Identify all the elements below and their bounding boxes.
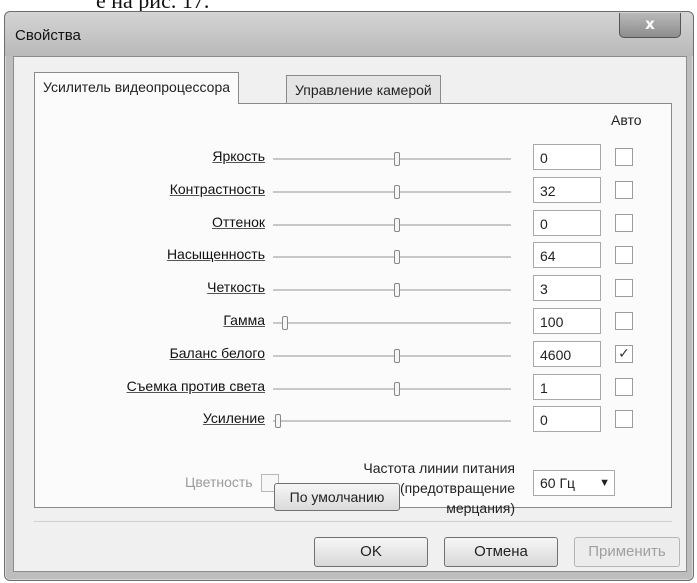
checkmark-icon: ✓ xyxy=(618,345,630,362)
property-value-field[interactable]: 1 xyxy=(533,373,601,400)
property-value-field[interactable]: 0 xyxy=(533,209,601,236)
slider-track xyxy=(273,223,511,226)
property-row: Насыщенность 64 xyxy=(35,242,671,270)
property-value-field[interactable]: 4600 xyxy=(533,340,601,367)
property-slider[interactable] xyxy=(273,283,511,298)
property-label: Насыщенность xyxy=(166,246,265,263)
slider-thumb[interactable] xyxy=(393,348,400,363)
slider-track xyxy=(273,158,511,160)
close-button[interactable]: x xyxy=(619,13,681,38)
default-button[interactable]: По умолчанию xyxy=(274,483,400,511)
auto-checkbox[interactable] xyxy=(615,148,633,166)
slider-thumb[interactable] xyxy=(393,283,400,298)
slider-track xyxy=(273,289,511,292)
slider-thumb[interactable] xyxy=(393,381,400,396)
property-label: Усиление xyxy=(202,410,265,427)
ok-button[interactable]: OK xyxy=(314,537,428,567)
auto-checkbox[interactable]: ✓ xyxy=(615,344,633,363)
slider-track xyxy=(273,420,511,423)
property-row: Съемка против света 1 xyxy=(35,373,671,402)
property-label: Съемка против света xyxy=(126,377,265,394)
slider-thumb[interactable] xyxy=(393,217,400,232)
auto-checkbox[interactable] xyxy=(615,410,633,429)
property-label: Баланс белого xyxy=(169,344,265,361)
slider-track xyxy=(273,354,511,357)
property-row: Контрастность 32 xyxy=(35,176,671,205)
property-value-field[interactable]: 64 xyxy=(533,242,601,269)
property-label: Яркость xyxy=(212,148,265,164)
tab-panel: Авто Яркость 0 Контрастность 32 Оттенок 0 Насы… xyxy=(34,103,672,516)
property-label: Гамма xyxy=(223,312,265,328)
auto-checkbox[interactable] xyxy=(615,180,633,199)
property-value-field[interactable]: 100 xyxy=(533,308,601,334)
tab-label: Усилитель видеопроцессора xyxy=(43,79,231,95)
properties-dialog: Свойства x Усилитель видеопроцессора Упр… xyxy=(4,11,694,581)
power-line-frequency-select[interactable]: 60 Гц ▼ xyxy=(533,470,615,496)
tab-video-proc-amp[interactable]: Усилитель видеопроцессора xyxy=(34,72,240,104)
slider-track xyxy=(273,387,511,390)
power-line-frequency-value: 60 Гц xyxy=(540,475,576,491)
dialog-client-area: Усилитель видеопроцессора Управление кам… xyxy=(13,56,687,572)
property-value-field[interactable]: 3 xyxy=(533,275,601,302)
property-row: Оттенок 0 xyxy=(35,209,671,238)
slider-thumb[interactable] xyxy=(393,250,400,265)
property-label: Контрастность xyxy=(169,180,265,197)
auto-checkbox[interactable] xyxy=(615,213,633,232)
property-row: Четкость 3 xyxy=(35,275,671,303)
chevron-down-icon: ▼ xyxy=(599,477,610,489)
close-icon: x xyxy=(645,15,655,33)
slider-thumb[interactable] xyxy=(393,152,400,166)
property-slider[interactable] xyxy=(273,250,511,265)
property-value-field[interactable]: 0 xyxy=(533,406,601,433)
apply-button[interactable]: Применить xyxy=(574,537,680,567)
slider-track xyxy=(273,322,511,324)
property-label: Четкость xyxy=(207,279,265,296)
property-row: Яркость 0 xyxy=(35,144,671,172)
slider-thumb[interactable] xyxy=(393,184,400,199)
chroma-label: Цветность xyxy=(185,474,253,490)
property-row: Баланс белого 4600 ✓ xyxy=(35,340,671,369)
title-bar[interactable]: Свойства x xyxy=(5,12,693,56)
tab-camera-control[interactable]: Управление камерой xyxy=(286,75,441,103)
property-slider[interactable] xyxy=(273,414,511,429)
power-line-label-line1: Частота линии питания xyxy=(363,460,515,476)
auto-checkbox[interactable] xyxy=(615,246,633,265)
property-slider[interactable] xyxy=(273,381,511,396)
property-label: Оттенок xyxy=(212,213,265,230)
property-row: Усиление 0 xyxy=(35,406,671,434)
property-slider[interactable] xyxy=(273,152,511,166)
cancel-button[interactable]: Отмена xyxy=(444,537,558,567)
auto-checkbox[interactable] xyxy=(615,312,633,330)
property-slider[interactable] xyxy=(273,348,511,363)
property-slider[interactable] xyxy=(273,217,511,232)
slider-track xyxy=(273,256,511,259)
property-slider[interactable] xyxy=(273,184,511,199)
property-row: Гамма 100 xyxy=(35,308,671,336)
slider-thumb[interactable] xyxy=(274,414,281,429)
slider-thumb[interactable] xyxy=(281,316,288,330)
separator xyxy=(34,521,672,522)
window-title: Свойства xyxy=(15,27,81,44)
slider-track xyxy=(273,190,511,193)
auto-checkbox[interactable] xyxy=(615,377,633,396)
auto-column-header: Авто xyxy=(611,112,642,128)
property-value-field[interactable]: 32 xyxy=(533,176,601,203)
property-slider[interactable] xyxy=(273,316,511,330)
tab-label: Управление камерой xyxy=(295,82,432,98)
property-value-field[interactable]: 0 xyxy=(533,144,601,170)
auto-checkbox[interactable] xyxy=(615,279,633,298)
